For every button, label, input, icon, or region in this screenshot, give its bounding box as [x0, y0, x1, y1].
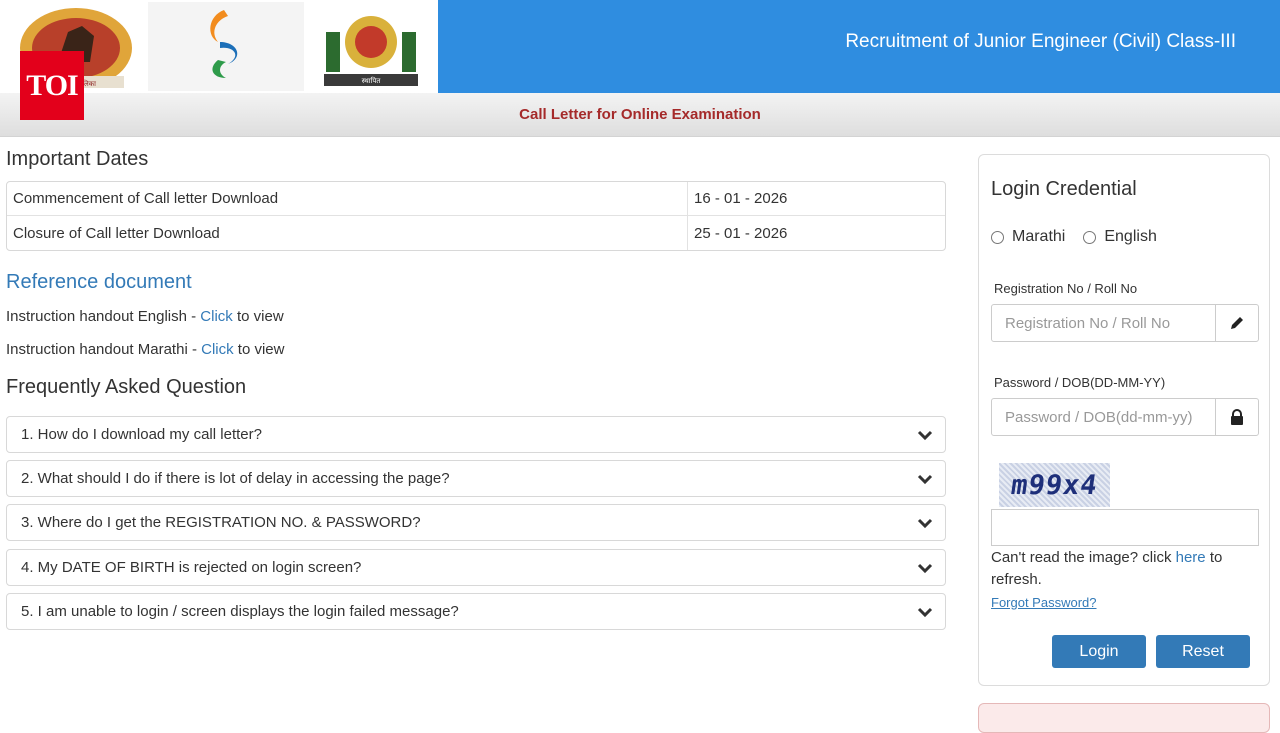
table-row: Commencement of Call letter Download 16 …	[7, 182, 945, 216]
table-row: Closure of Call letter Download 25 - 01 …	[7, 216, 945, 250]
forgot-password-link[interactable]: Forgot Password?	[991, 595, 1097, 610]
maharashtra-emblem-logo: स्थापित	[324, 16, 418, 86]
english-radio[interactable]	[1083, 230, 1097, 244]
site-header: महानगरपालिका स्थापित TOI Recruitment of …	[0, 0, 1280, 120]
lock-icon	[1231, 409, 1243, 425]
faq-item-4[interactable]: 4. My DATE OF BIRTH is rejected on login…	[6, 549, 946, 586]
pencil-icon	[1231, 317, 1243, 329]
registration-input[interactable]: Registration No / Roll No	[992, 305, 1215, 341]
captcha-text: m99x4	[1009, 469, 1100, 501]
registration-field: Registration No / Roll No	[991, 304, 1259, 342]
password-field: Password / DOB(dd-mm-yy)	[991, 398, 1259, 436]
alert-panel	[978, 703, 1270, 733]
password-label: Password / DOB(DD-MM-YY)	[994, 375, 1166, 390]
chevron-down-icon	[917, 430, 933, 440]
faq-item-3[interactable]: 3. Where do I get the REGISTRATION NO. &…	[6, 504, 946, 541]
date-value: 25 - 01 - 2026	[687, 216, 945, 250]
chevron-down-icon	[917, 474, 933, 484]
marathi-label[interactable]: Marathi	[1012, 228, 1065, 246]
subtitle-bar: Call Letter for Online Examination	[0, 93, 1280, 137]
lock-addon	[1215, 399, 1258, 435]
captcha-image: m99x4	[999, 463, 1110, 507]
faq-question: 5. I am unable to login / screen display…	[21, 603, 459, 620]
english-label[interactable]: English	[1104, 228, 1156, 246]
date-label: Commencement of Call letter Download	[7, 182, 687, 216]
chevron-down-icon	[917, 607, 933, 617]
faq-question: 3. Where do I get the REGISTRATION NO. &…	[21, 514, 421, 531]
english-handout-link[interactable]: Click	[200, 308, 233, 325]
chevron-down-icon	[917, 518, 933, 528]
reference-english: Instruction handout English - Click to v…	[6, 308, 284, 325]
subtitle: Call Letter for Online Examination	[519, 106, 761, 123]
faq-question: 4. My DATE OF BIRTH is rejected on login…	[21, 559, 362, 576]
toi-badge: TOI	[20, 51, 84, 120]
login-heading: Login Credential	[991, 178, 1137, 200]
amrut-scheme-logo	[148, 2, 304, 91]
password-input[interactable]: Password / DOB(dd-mm-yy)	[992, 399, 1215, 435]
login-panel: Login Credential Marathi English Registr…	[978, 154, 1270, 686]
faq-item-2[interactable]: 2. What should I do if there is lot of d…	[6, 460, 946, 497]
refresh-prefix: Can't read the image? click	[991, 549, 1176, 566]
login-button[interactable]: Login	[1052, 635, 1146, 668]
reset-button[interactable]: Reset	[1156, 635, 1250, 668]
important-dates-heading: Important Dates	[6, 148, 149, 170]
date-value: 16 - 01 - 2026	[687, 182, 945, 216]
captcha-refresh-text: Can't read the image? click here to refr…	[991, 547, 1261, 591]
faq-question: 2. What should I do if there is lot of d…	[21, 470, 450, 487]
language-selector: Marathi English	[991, 228, 1175, 246]
reference-prefix: Instruction handout English -	[6, 308, 201, 325]
page-title: Recruitment of Junior Engineer (Civil) C…	[845, 31, 1236, 52]
reference-prefix: Instruction handout Marathi -	[6, 341, 202, 358]
reference-marathi: Instruction handout Marathi - Click to v…	[6, 341, 284, 358]
faq-item-1[interactable]: 1. How do I download my call letter?	[6, 416, 946, 453]
reference-heading: Reference document	[6, 271, 192, 293]
logo3-caption: स्थापित	[362, 76, 382, 85]
reference-suffix: to view	[233, 341, 285, 358]
reference-suffix: to view	[232, 308, 284, 325]
captcha-input[interactable]	[991, 509, 1259, 546]
faq-question: 1. How do I download my call letter?	[21, 426, 262, 443]
important-dates-table: Commencement of Call letter Download 16 …	[6, 181, 946, 251]
pencil-addon	[1215, 305, 1258, 341]
registration-label: Registration No / Roll No	[994, 281, 1138, 296]
marathi-handout-link[interactable]: Click	[201, 341, 234, 358]
faq-heading: Frequently Asked Question	[6, 376, 247, 398]
date-label: Closure of Call letter Download	[13, 224, 220, 242]
captcha-refresh-link[interactable]: here	[1176, 549, 1206, 566]
marathi-radio[interactable]	[991, 230, 1004, 244]
faq-item-5[interactable]: 5. I am unable to login / screen display…	[6, 593, 946, 630]
chevron-down-icon	[917, 563, 933, 573]
